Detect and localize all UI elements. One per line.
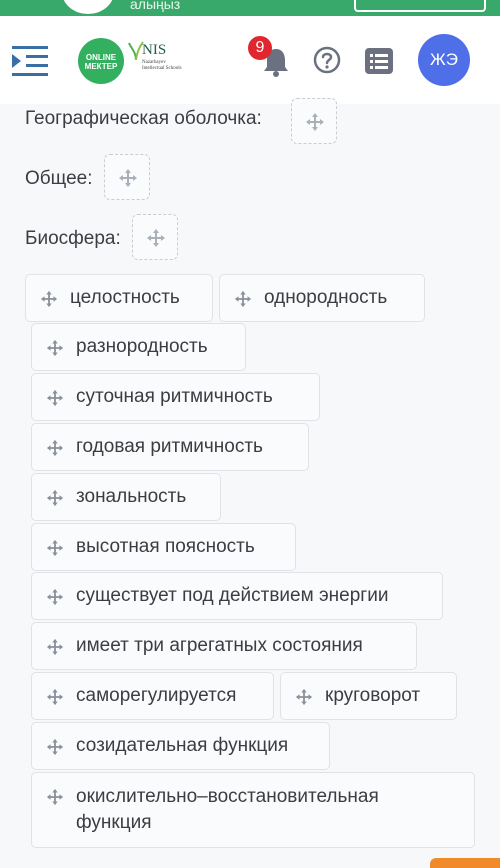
- list-icon[interactable]: [365, 48, 393, 74]
- drop-zone-common[interactable]: [104, 154, 150, 200]
- option-label: зональность: [76, 486, 187, 507]
- move-icon: [46, 688, 64, 706]
- option-label: однородность: [264, 287, 388, 308]
- option-label: имеет три агрегатных состояния: [76, 635, 363, 656]
- move-icon: [46, 339, 64, 357]
- target-label-biosphere: Биосфера:: [25, 228, 121, 249]
- option-chip-11[interactable]: созидательная функция: [31, 722, 330, 770]
- option-label: существует под действием энергии: [76, 585, 389, 606]
- option-chip-6[interactable]: высотная поясность: [31, 523, 296, 571]
- option-chip-10[interactable]: круговорот: [280, 672, 457, 720]
- option-chip-1[interactable]: однородность: [219, 274, 425, 322]
- top-strip-text: алыңыз: [130, 0, 181, 12]
- move-icon: [46, 788, 64, 806]
- notification-badge: 9: [248, 36, 272, 60]
- top-strip-button[interactable]: [354, 0, 486, 12]
- top-strip: алыңыз: [0, 0, 500, 16]
- header: ONLINE МЕКТЕР NIS Nazarbayev Intellectua…: [0, 16, 500, 104]
- target-label-geo-shell: Географическая оболочка:: [25, 108, 262, 129]
- option-chip-2[interactable]: разнородность: [31, 323, 246, 371]
- nis-logo: NIS Nazarbayev Intellectual Schools: [128, 40, 182, 84]
- option-chip-7[interactable]: существует под действием энергии: [31, 572, 443, 620]
- option-chip-5[interactable]: зональность: [31, 473, 221, 521]
- next-button[interactable]: [430, 858, 500, 868]
- move-icon: [46, 588, 64, 606]
- target-label-common: Общее:: [25, 168, 93, 189]
- drop-zone-geo-shell[interactable]: [291, 98, 337, 144]
- option-label: саморегулируется: [76, 685, 237, 706]
- nis-logo-text: NIS: [142, 42, 167, 58]
- option-label: высотная поясность: [76, 536, 255, 557]
- menu-collapse-icon[interactable]: [12, 44, 50, 78]
- option-label: суточная ритмичность: [76, 386, 273, 407]
- option-chip-9[interactable]: саморегулируется: [31, 672, 274, 720]
- option-label: созидательная функция: [76, 735, 289, 756]
- move-icon: [234, 290, 252, 308]
- move-icon: [46, 738, 64, 756]
- move-icon: [147, 229, 165, 247]
- option-label: разнородность: [76, 336, 208, 357]
- option-label: целостность: [70, 287, 180, 308]
- move-icon: [46, 638, 64, 656]
- online-mektep-logo: ONLINE МЕКТЕР: [78, 38, 124, 84]
- drag-drop-question: Географическая оболочка: Общее: Биосфера…: [0, 98, 500, 868]
- move-icon: [119, 169, 137, 187]
- option-chip-0[interactable]: целостность: [25, 274, 213, 322]
- option-label: годовая ритмичность: [76, 436, 263, 457]
- option-chip-3[interactable]: суточная ритмичность: [31, 373, 320, 421]
- drop-zone-biosphere[interactable]: [132, 214, 178, 260]
- move-icon: [46, 439, 64, 457]
- nis-logo-subtitle: Nazarbayev Intellectual Schools: [142, 60, 182, 71]
- move-icon: [46, 389, 64, 407]
- move-icon: [295, 688, 313, 706]
- option-label: окислительно–восстановительная функция: [76, 786, 379, 833]
- move-icon: [40, 290, 58, 308]
- help-circle-icon[interactable]: [313, 46, 341, 74]
- option-chip-8[interactable]: имеет три агрегатных состояния: [31, 622, 417, 670]
- user-avatar[interactable]: ЖЭ: [418, 34, 470, 86]
- logo-online-text: ONLINE МЕКТЕР: [84, 53, 118, 71]
- option-chip-4[interactable]: годовая ритмичность: [31, 423, 309, 471]
- move-icon: [46, 539, 64, 557]
- move-icon: [306, 113, 324, 131]
- top-strip-circle: [62, 0, 114, 14]
- option-label: круговорот: [325, 685, 421, 706]
- move-icon: [46, 489, 64, 507]
- option-chip-12[interactable]: окислительно–восстановительная функция: [31, 772, 475, 848]
